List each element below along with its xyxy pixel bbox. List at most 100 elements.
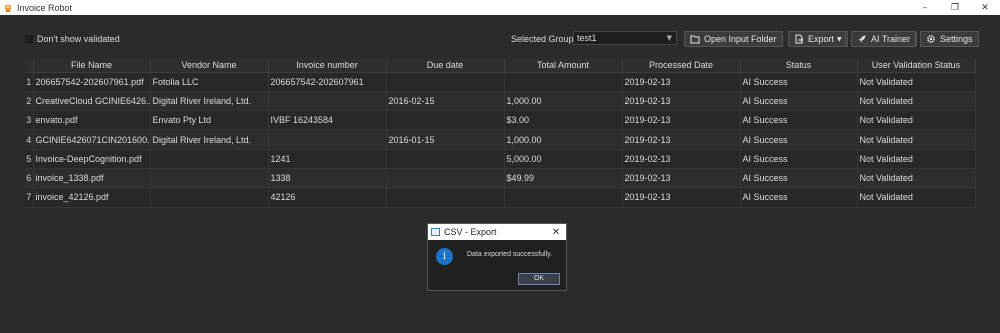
invoice-number-cell[interactable]: 1338: [268, 168, 387, 189]
export-button[interactable]: Export ▼: [788, 31, 848, 47]
gear-icon: [927, 35, 935, 43]
invoice-table: File Name Vendor Name Invoice number Due…: [25, 58, 976, 333]
row-number: 7: [25, 187, 34, 208]
table-row[interactable]: 3 envato.pdf Envato Pty Ltd IVBF 1624358…: [25, 110, 976, 131]
total-amount-cell[interactable]: 1,000.00: [504, 91, 623, 112]
total-amount-cell[interactable]: [504, 72, 623, 92]
table-row[interactable]: 4 GCINIE6426071CIN201600... Digital Rive…: [25, 129, 976, 150]
invoice-number-cell[interactable]: 206657542-202607961: [268, 72, 387, 92]
file-name-cell[interactable]: invoice_42126.pdf: [33, 187, 151, 208]
selected-group-dropdown[interactable]: test1 ▼: [573, 31, 677, 45]
validation-status-cell[interactable]: Not Validated: [857, 91, 976, 112]
window-icon: [431, 228, 440, 236]
table-row[interactable]: 7 invoice_42126.pdf 42126 2019-02-13 AI …: [25, 187, 976, 208]
status-cell[interactable]: AI Success: [740, 91, 858, 112]
dialog-title-bar[interactable]: CSV - Export ✕: [428, 224, 566, 240]
due-date-cell[interactable]: [386, 168, 505, 189]
processed-date-cell[interactable]: 2019-02-13: [622, 110, 741, 131]
due-date-cell[interactable]: [386, 110, 505, 131]
column-header-file-name[interactable]: File Name: [33, 58, 151, 73]
status-cell[interactable]: AI Success: [740, 110, 858, 131]
vendor-name-cell[interactable]: [150, 149, 269, 169]
total-amount-cell[interactable]: 5,000.00: [504, 149, 623, 169]
column-header-total-amount[interactable]: Total Amount: [504, 58, 623, 73]
window-title: Invoice Robot: [17, 2, 73, 13]
due-date-cell[interactable]: 2016-02-15: [386, 91, 505, 112]
invoice-number-cell[interactable]: 1241: [268, 149, 387, 169]
toolbar-divider: [782, 32, 783, 46]
vendor-name-cell[interactable]: Digital River Ireland, Ltd.: [150, 129, 269, 150]
file-name-cell[interactable]: CreativeCloud GCINIE6426...: [33, 91, 151, 112]
row-number: 1: [25, 72, 34, 92]
processed-date-cell[interactable]: 2019-02-13: [622, 72, 741, 92]
invoice-number-cell[interactable]: IVBF 16243584: [268, 110, 387, 131]
vendor-name-cell[interactable]: Envato Pty Ltd: [150, 110, 269, 131]
due-date-cell[interactable]: 2016-01-15: [386, 129, 505, 150]
invoice-number-cell[interactable]: 42126: [268, 187, 387, 208]
export-label: Export: [808, 34, 835, 44]
validation-status-cell[interactable]: Not Validated: [857, 149, 976, 169]
row-number-header: [25, 58, 34, 73]
validation-status-cell[interactable]: Not Validated: [857, 72, 976, 92]
dialog-message: Data exported successfully.: [467, 251, 553, 258]
column-header-due-date[interactable]: Due date: [386, 58, 505, 73]
maximize-button[interactable]: ❐: [940, 0, 970, 15]
status-cell[interactable]: AI Success: [740, 72, 858, 92]
total-amount-cell[interactable]: [504, 187, 623, 208]
column-header-processed-date[interactable]: Processed Date: [622, 58, 741, 73]
processed-date-cell[interactable]: 2019-02-13: [622, 91, 741, 112]
total-amount-cell[interactable]: 1,000.00: [504, 129, 623, 150]
table-row[interactable]: 6 invoice_1338.pdf 1338 $49.99 2019-02-1…: [25, 168, 976, 189]
dont-show-validated-option[interactable]: Don't show validated: [25, 34, 120, 44]
table-row[interactable]: 5 Invoice-DeepCognition.pdf 1241 5,000.0…: [25, 149, 976, 169]
invoice-number-cell[interactable]: [268, 91, 387, 112]
column-header-vendor-name[interactable]: Vendor Name: [150, 58, 269, 73]
ok-button[interactable]: OK: [518, 273, 560, 285]
file-name-cell[interactable]: envato.pdf: [33, 110, 151, 131]
validation-status-cell[interactable]: Not Validated: [857, 187, 976, 208]
status-cell[interactable]: AI Success: [740, 149, 858, 169]
vendor-name-cell[interactable]: Fotolia LLC: [150, 72, 269, 92]
file-name-cell[interactable]: Invoice-DeepCognition.pdf: [33, 149, 151, 169]
table-row[interactable]: 2 CreativeCloud GCINIE6426... Digital Ri…: [25, 91, 976, 112]
validation-status-cell[interactable]: Not Validated: [857, 110, 976, 131]
column-header-status[interactable]: Status: [740, 58, 858, 73]
column-header-user-validation-status[interactable]: User Validation Status: [857, 58, 976, 73]
toolbar: Don't show validated Selected Group test…: [0, 28, 1000, 50]
table-row[interactable]: 1 206657542-202607961.pdf Fotolia LLC 20…: [25, 72, 976, 92]
validation-status-cell[interactable]: Not Validated: [857, 168, 976, 189]
dialog-close-button[interactable]: ✕: [546, 227, 566, 238]
open-input-folder-button[interactable]: Open Input Folder: [684, 31, 783, 47]
chevron-down-icon: ▼: [837, 35, 842, 43]
status-cell[interactable]: AI Success: [740, 129, 858, 150]
minimize-button[interactable]: –: [910, 0, 940, 15]
vendor-name-cell[interactable]: Digital River Ireland, Ltd.: [150, 91, 269, 112]
file-name-cell[interactable]: GCINIE6426071CIN201600...: [33, 129, 151, 150]
toolbar-divider: [916, 32, 917, 46]
dialog-body: i Data exported successfully. OK: [428, 240, 566, 291]
ai-trainer-button[interactable]: AI Trainer: [851, 31, 917, 47]
close-button[interactable]: ✕: [970, 0, 1000, 15]
status-cell[interactable]: AI Success: [740, 168, 858, 189]
file-name-cell[interactable]: 206657542-202607961.pdf: [33, 72, 151, 92]
status-cell[interactable]: AI Success: [740, 187, 858, 208]
invoice-number-cell[interactable]: [268, 129, 387, 150]
vendor-name-cell[interactable]: [150, 187, 269, 208]
processed-date-cell[interactable]: 2019-02-13: [622, 187, 741, 208]
processed-date-cell[interactable]: 2019-02-13: [622, 168, 741, 189]
row-number: 4: [25, 129, 34, 150]
processed-date-cell[interactable]: 2019-02-13: [622, 129, 741, 150]
due-date-cell[interactable]: [386, 149, 505, 169]
column-header-invoice-number[interactable]: Invoice number: [268, 58, 387, 73]
total-amount-cell[interactable]: $3.00: [504, 110, 623, 131]
due-date-cell[interactable]: [386, 187, 505, 208]
validation-status-cell[interactable]: Not Validated: [857, 129, 976, 150]
dont-show-validated-checkbox[interactable]: [25, 35, 33, 43]
csv-export-dialog: CSV - Export ✕ i Data exported successfu…: [427, 223, 567, 291]
total-amount-cell[interactable]: $49.99: [504, 168, 623, 189]
file-name-cell[interactable]: invoice_1338.pdf: [33, 168, 151, 189]
vendor-name-cell[interactable]: [150, 168, 269, 189]
processed-date-cell[interactable]: 2019-02-13: [622, 149, 741, 169]
settings-button[interactable]: Settings: [920, 31, 979, 47]
due-date-cell[interactable]: [386, 72, 505, 92]
